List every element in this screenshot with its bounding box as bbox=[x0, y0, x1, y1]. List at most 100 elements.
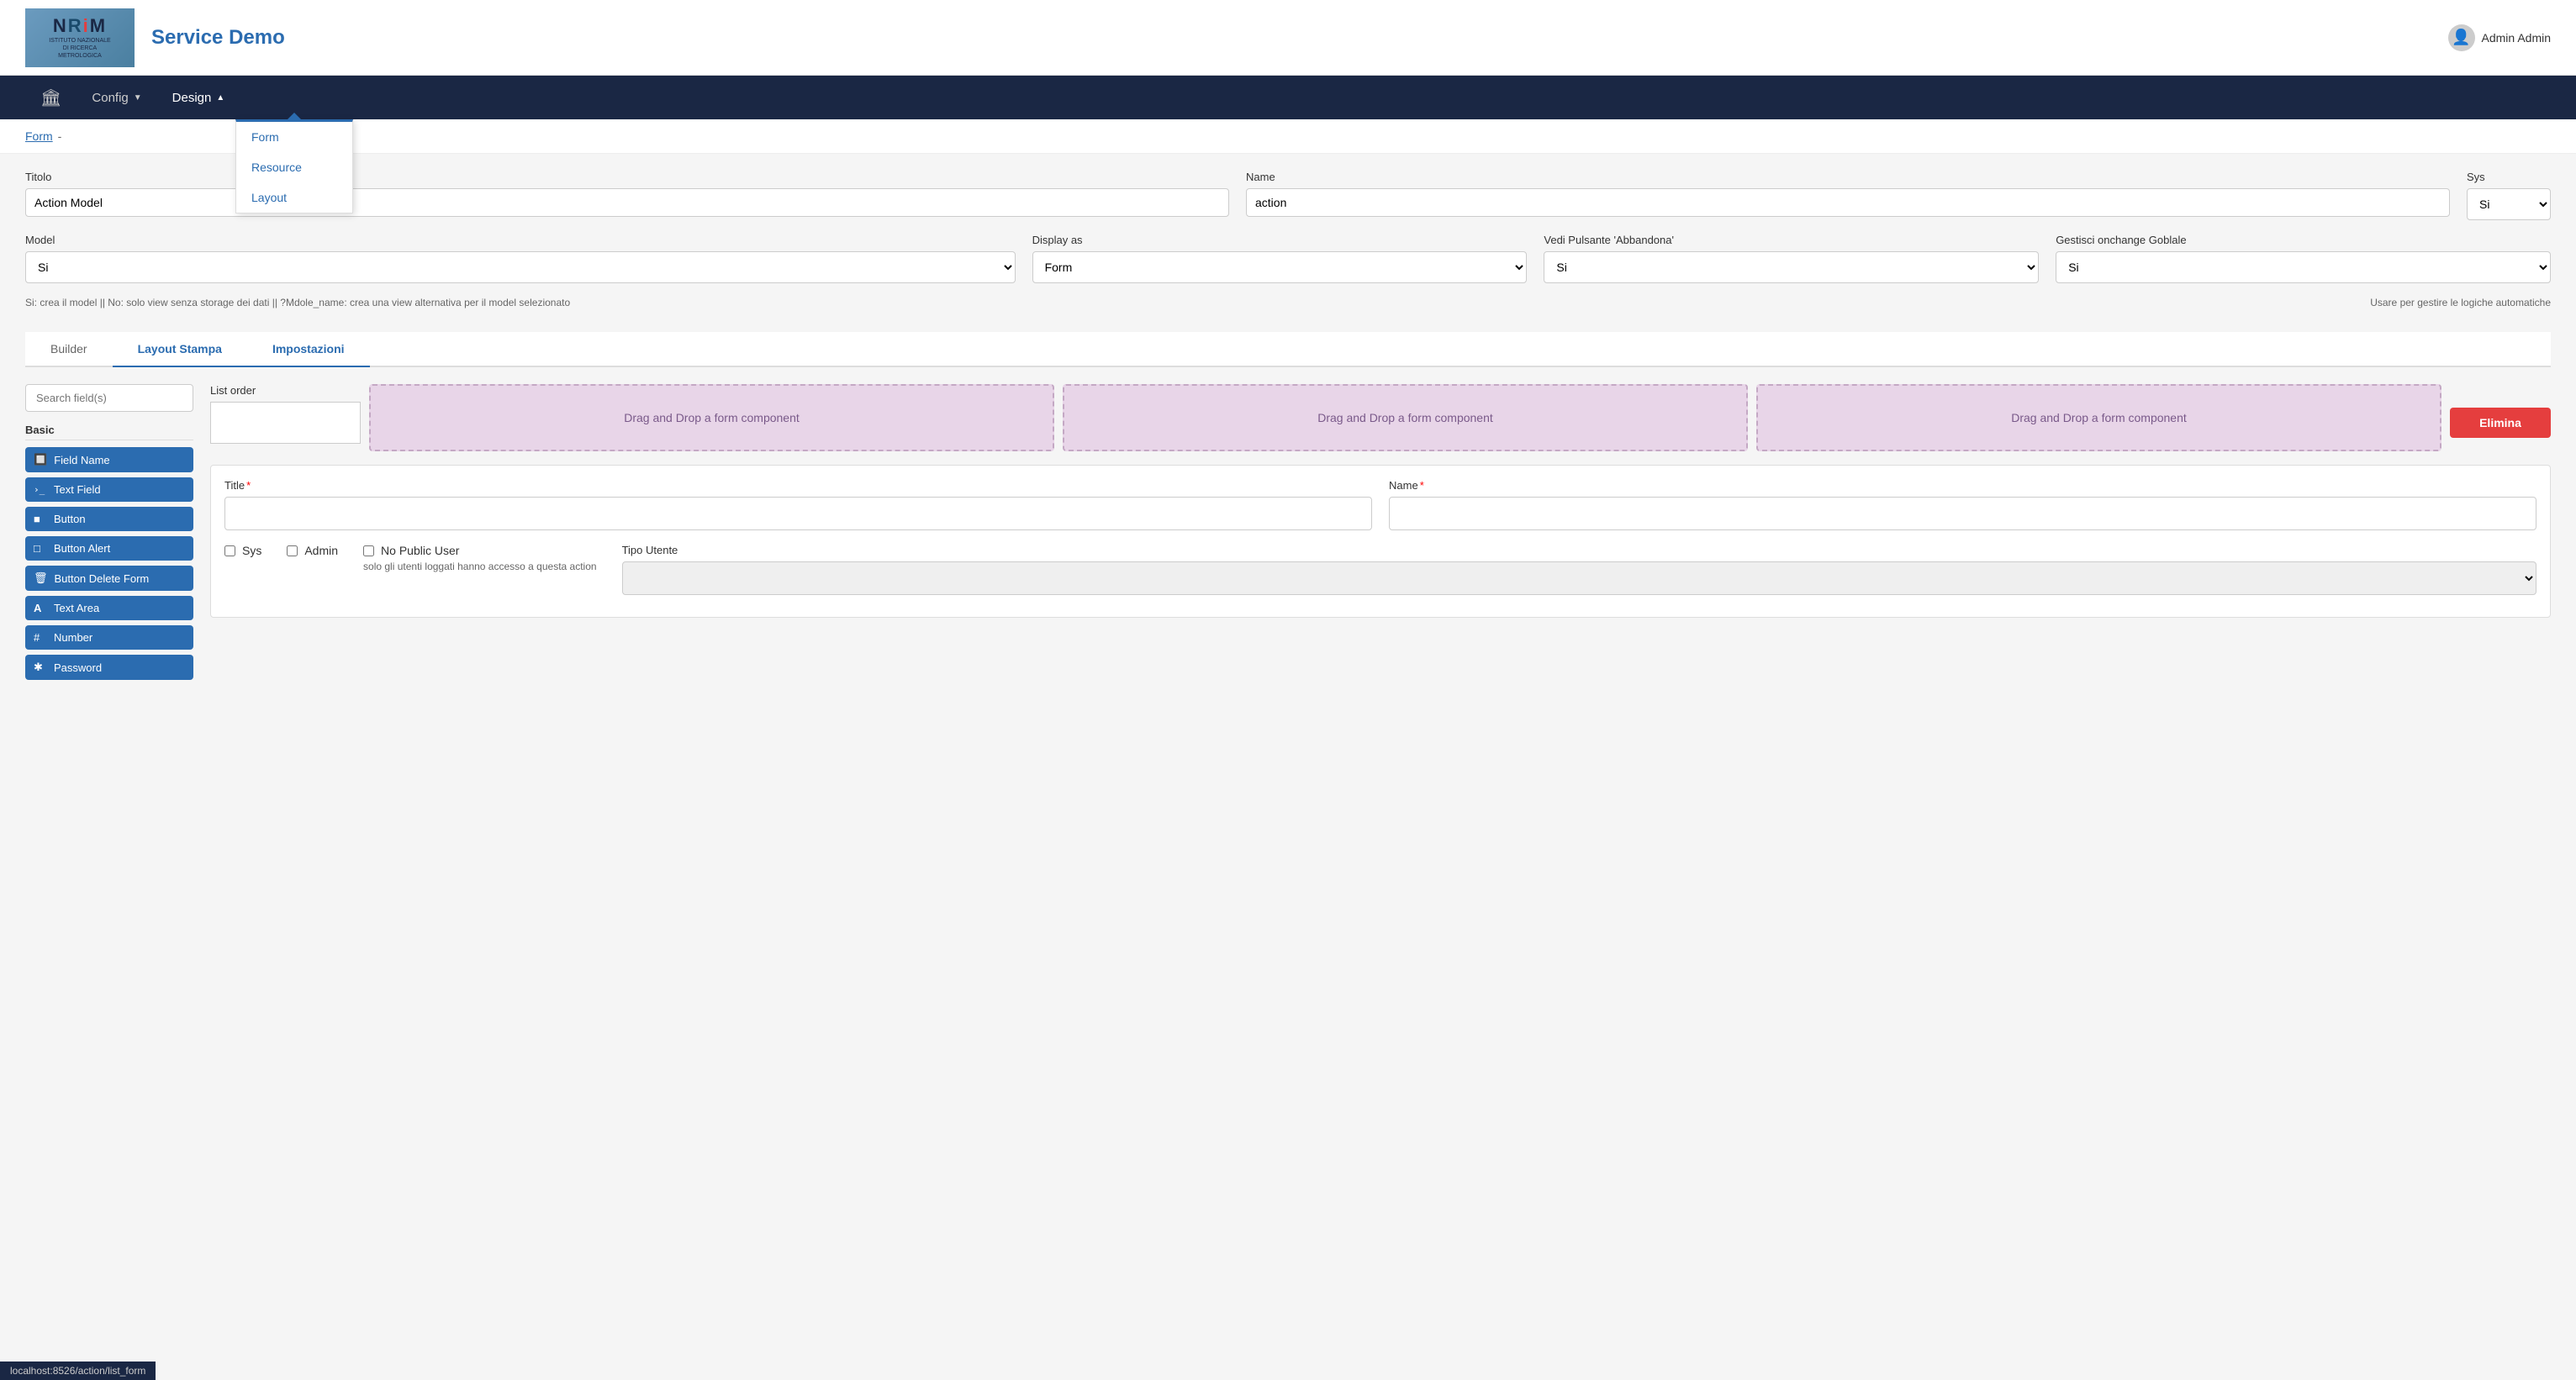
tabs-bar: Builder Layout Stampa Impostazioni bbox=[25, 332, 2551, 367]
elimina-container: Elimina bbox=[2450, 384, 2551, 438]
checkbox-row: Sys Admin No Public User solo gli utenti… bbox=[224, 544, 2536, 595]
nav-design[interactable]: Design ▲ bbox=[157, 76, 240, 119]
nav-config[interactable]: Config ▼ bbox=[77, 76, 156, 119]
drop-zone-3[interactable]: Drag and Drop a form component bbox=[1756, 384, 2441, 451]
text-area-label: Text Area bbox=[54, 602, 99, 614]
text-field-icon: ›_ bbox=[34, 484, 47, 495]
password-label: Password bbox=[54, 661, 102, 674]
name-label: Name bbox=[1246, 171, 2450, 183]
dropdown-item-layout[interactable]: Layout bbox=[236, 182, 352, 213]
drop-zone-2[interactable]: Drag and Drop a form component bbox=[1063, 384, 1748, 451]
list-order-col: List order bbox=[210, 384, 361, 444]
form-row-1: Titolo Name Sys Si No bbox=[25, 171, 2551, 220]
field-btn-button-delete-form[interactable]: 🗑 Button Delete Form bbox=[25, 566, 193, 591]
status-bar: localhost:8526/action/list_form bbox=[0, 1362, 156, 1380]
breadcrumb-separator: - bbox=[58, 129, 62, 143]
title-required-star: * bbox=[246, 479, 251, 492]
builder-layout: Basic 🔲 Field Name ›_ Text Field ■ Butto… bbox=[25, 384, 2551, 685]
gestisci-select[interactable]: Si No bbox=[2056, 251, 2551, 283]
sys-checkbox-group: Sys bbox=[224, 544, 261, 557]
field-btn-password[interactable]: ✱ Password bbox=[25, 655, 193, 680]
form-row-2: Model Si No Display as Form List Grid Ve… bbox=[25, 234, 2551, 283]
tab-impostazioni[interactable]: Impostazioni bbox=[247, 332, 370, 367]
button-delete-form-icon: 🗑 bbox=[34, 571, 48, 585]
titolo-input[interactable] bbox=[25, 188, 1229, 217]
button-alert-icon: □ bbox=[34, 542, 47, 555]
section-title-group: Title* bbox=[224, 479, 1372, 530]
model-label: Model bbox=[25, 234, 1016, 246]
admin-checkbox-label: Admin bbox=[304, 544, 338, 557]
help-row: Si: crea il model || No: solo view senza… bbox=[25, 297, 2551, 319]
tipo-utente-label: Tipo Utente bbox=[622, 544, 2536, 556]
logo-area: NRiM ISTITUTO NAZIONALEDI RICERCAMETROLO… bbox=[25, 8, 135, 67]
password-icon: ✱ bbox=[34, 661, 47, 674]
vedi-pulsante-select[interactable]: Si No bbox=[1544, 251, 2039, 283]
sys-checkbox-label: Sys bbox=[242, 544, 261, 557]
breadcrumb: Form - bbox=[0, 119, 2576, 154]
field-btn-button[interactable]: ■ Button bbox=[25, 507, 193, 531]
logo-image: NRiM ISTITUTO NAZIONALEDI RICERCAMETROLO… bbox=[25, 8, 135, 67]
form-section: Title* Name* Sys bbox=[210, 465, 2551, 618]
field-btn-number[interactable]: # Number bbox=[25, 625, 193, 650]
admin-checkbox-group: Admin bbox=[287, 544, 338, 557]
section-name-input[interactable] bbox=[1389, 497, 2536, 530]
field-btn-field-name[interactable]: 🔲 Field Name bbox=[25, 447, 193, 472]
display-as-select[interactable]: Form List Grid bbox=[1032, 251, 1528, 283]
field-btn-text-field[interactable]: ›_ Text Field bbox=[25, 477, 193, 502]
sys-group: Sys Si No bbox=[2467, 171, 2551, 220]
tab-layout-stampa[interactable]: Layout Stampa bbox=[113, 332, 247, 367]
button-delete-form-label: Button Delete Form bbox=[55, 572, 150, 585]
breadcrumb-form-link[interactable]: Form bbox=[25, 129, 53, 143]
button-label: Button bbox=[54, 513, 86, 525]
tipo-utente-select[interactable] bbox=[622, 561, 2536, 595]
gestisci-group: Gestisci onchange Goblale Si No bbox=[2056, 234, 2551, 283]
section-title-input[interactable] bbox=[224, 497, 1372, 530]
gestisci-label: Gestisci onchange Goblale bbox=[2056, 234, 2551, 246]
dropdown-arrow-up bbox=[288, 113, 301, 119]
builder-canvas: List order Drag and Drop a form componen… bbox=[210, 384, 2551, 685]
design-dropdown-arrow: ▲ bbox=[216, 93, 224, 103]
list-order-input[interactable] bbox=[210, 402, 361, 444]
design-dropdown-menu: Form Resource Layout bbox=[235, 119, 353, 213]
model-select[interactable]: Si No bbox=[25, 251, 1016, 283]
text-area-icon: A bbox=[34, 602, 47, 614]
number-icon: # bbox=[34, 631, 47, 644]
section-name-label: Name* bbox=[1389, 479, 2536, 492]
no-public-user-checkbox-group: No Public User bbox=[363, 544, 597, 557]
vedi-pulsante-group: Vedi Pulsante 'Abbandona' Si No bbox=[1544, 234, 2039, 283]
canvas-top-row: List order Drag and Drop a form componen… bbox=[210, 384, 2551, 451]
field-btn-button-alert[interactable]: □ Button Alert bbox=[25, 536, 193, 561]
elimina-button[interactable]: Elimina bbox=[2450, 408, 2551, 438]
top-header: NRiM ISTITUTO NAZIONALEDI RICERCAMETROLO… bbox=[0, 0, 2576, 76]
sys-checkbox[interactable] bbox=[224, 545, 235, 556]
help-text-right: Usare per gestire le logiche automatiche bbox=[2370, 297, 2551, 319]
titolo-group: Titolo bbox=[25, 171, 1229, 217]
nav-design-label: Design bbox=[172, 91, 212, 105]
form-section-row-1: Title* Name* bbox=[224, 479, 2536, 530]
nav-home[interactable]: 🏛 bbox=[25, 76, 77, 119]
display-as-label: Display as bbox=[1032, 234, 1528, 246]
field-name-icon: 🔲 bbox=[34, 453, 47, 466]
sys-select[interactable]: Si No bbox=[2467, 188, 2551, 220]
text-field-label: Text Field bbox=[54, 483, 101, 496]
tipo-utente-group: Tipo Utente bbox=[622, 544, 2536, 595]
status-url: localhost:8526/action/list_form bbox=[10, 1365, 145, 1377]
sys-label: Sys bbox=[2467, 171, 2551, 183]
dropdown-item-form[interactable]: Form bbox=[236, 122, 352, 152]
list-order-label: List order bbox=[210, 384, 361, 397]
name-required-star: * bbox=[1420, 479, 1424, 492]
section-name-group: Name* bbox=[1389, 479, 2536, 530]
no-public-user-checkbox[interactable] bbox=[363, 545, 374, 556]
drop-zone-1[interactable]: Drag and Drop a form component bbox=[369, 384, 1054, 451]
field-btn-text-area[interactable]: A Text Area bbox=[25, 596, 193, 620]
config-dropdown-arrow: ▼ bbox=[134, 93, 142, 103]
search-input[interactable] bbox=[25, 384, 193, 412]
tab-builder[interactable]: Builder bbox=[25, 332, 113, 367]
number-label: Number bbox=[54, 631, 92, 644]
dropdown-item-resource[interactable]: Resource bbox=[236, 152, 352, 182]
no-public-user-group: No Public User solo gli utenti loggati h… bbox=[363, 544, 597, 572]
field-name-label: Field Name bbox=[54, 454, 109, 466]
name-group: Name bbox=[1246, 171, 2450, 217]
admin-checkbox[interactable] bbox=[287, 545, 298, 556]
name-input[interactable] bbox=[1246, 188, 2450, 217]
